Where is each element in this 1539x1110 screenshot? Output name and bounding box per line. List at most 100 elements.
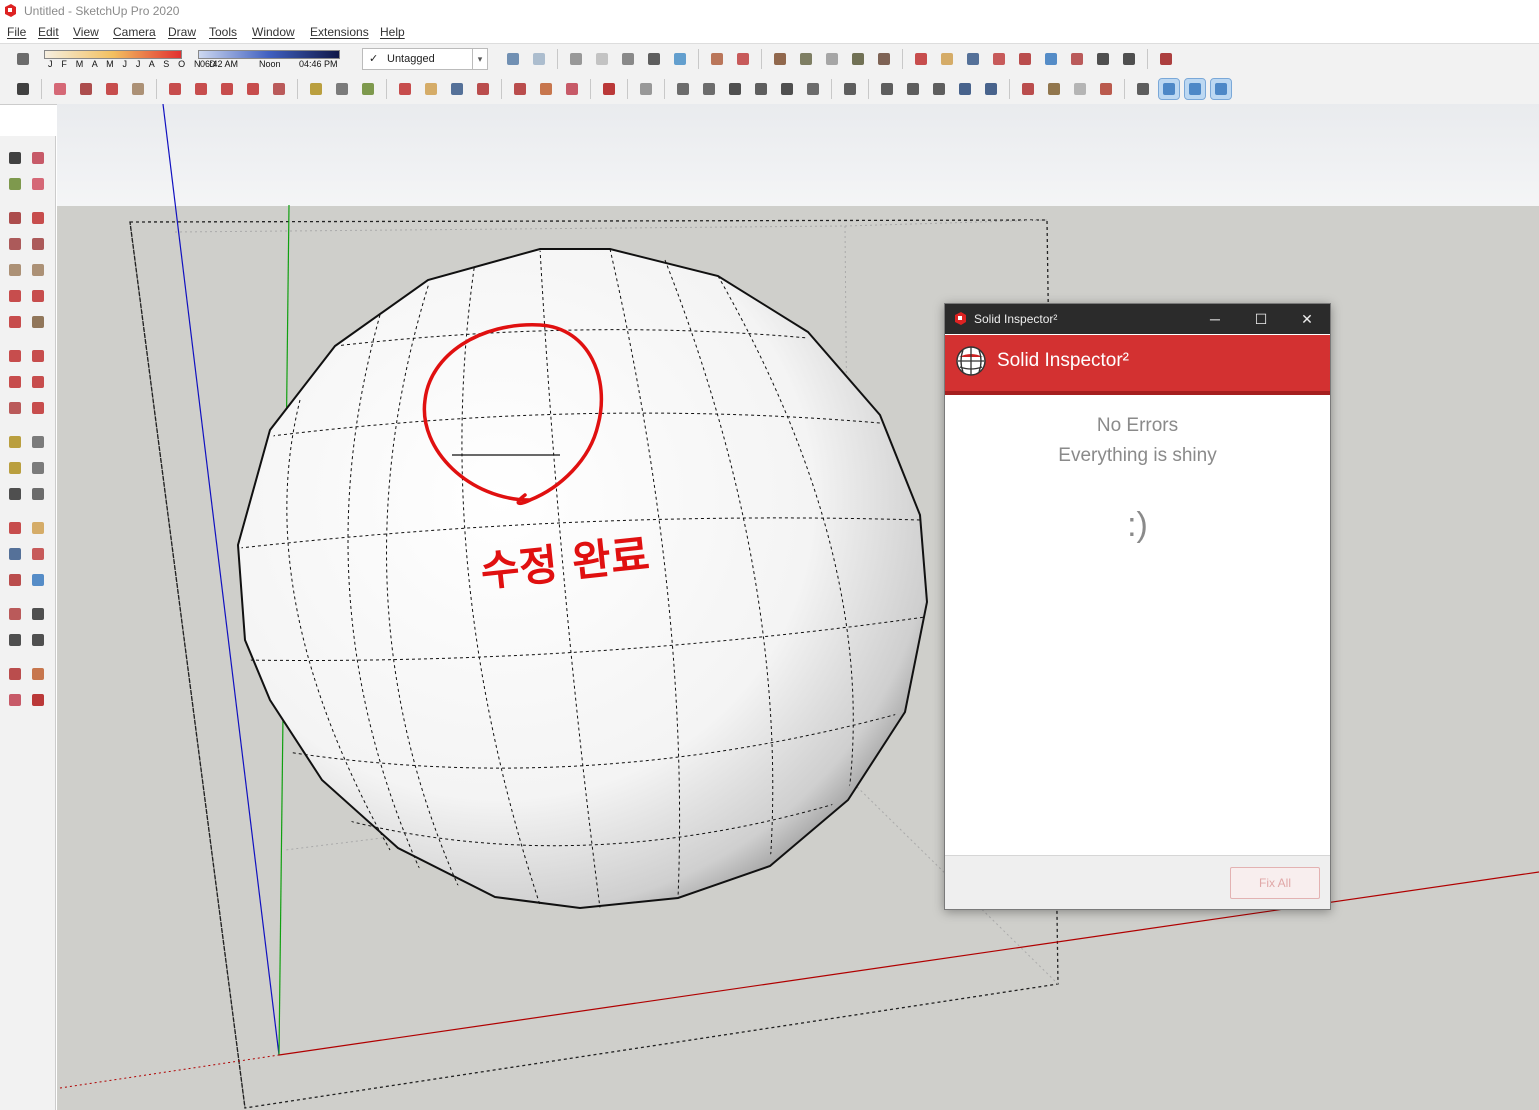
paint-bucket-icon[interactable]: [5, 174, 25, 194]
axes-icon[interactable]: [1133, 79, 1153, 99]
trim-icon[interactable]: [955, 79, 975, 99]
union-icon[interactable]: [903, 79, 923, 99]
shapes-icon[interactable]: [128, 79, 148, 99]
tag-dropdown[interactable]: ✓ Untagged ▾: [362, 48, 488, 70]
sandbox-from-contours-icon[interactable]: [770, 49, 790, 69]
top-view-icon[interactable]: [699, 79, 719, 99]
shaded-icon[interactable]: [618, 49, 638, 69]
scale-icon[interactable]: [5, 398, 25, 418]
perspective-icon[interactable]: [1184, 77, 1206, 100]
push-pull-icon[interactable]: [28, 346, 48, 366]
iso-view-icon[interactable]: [673, 79, 693, 99]
front-view-icon[interactable]: [725, 79, 745, 99]
menu-view[interactable]: View: [73, 25, 99, 39]
freehand-icon[interactable]: [28, 208, 48, 228]
eraser-icon[interactable]: [50, 79, 70, 99]
menu-edit[interactable]: Edit: [38, 25, 59, 39]
rotate-icon[interactable]: [5, 372, 25, 392]
make-component-icon[interactable]: [28, 148, 48, 168]
text-icon[interactable]: [332, 79, 352, 99]
eraser-icon[interactable]: [28, 174, 48, 194]
sandbox-from-scratch-icon[interactable]: [796, 49, 816, 69]
pan-icon[interactable]: [937, 49, 957, 69]
move-icon[interactable]: [5, 346, 25, 366]
extension-warehouse-icon[interactable]: [28, 664, 48, 684]
3d-text-icon[interactable]: [28, 484, 48, 504]
follow-me-icon[interactable]: [28, 372, 48, 392]
pan-icon[interactable]: [28, 518, 48, 538]
wireframe-icon[interactable]: [566, 49, 586, 69]
arc-icon[interactable]: [102, 79, 122, 99]
previous-view-icon[interactable]: [1041, 49, 1061, 69]
zoom-extents-icon[interactable]: [5, 570, 25, 590]
back-view-icon[interactable]: [777, 79, 797, 99]
toggle-terrain-icon[interactable]: [1044, 79, 1064, 99]
protractor-icon[interactable]: [5, 458, 25, 478]
scale-icon[interactable]: [269, 79, 289, 99]
split-icon[interactable]: [981, 79, 1001, 99]
line-icon[interactable]: [5, 208, 25, 228]
pan-icon[interactable]: [421, 79, 441, 99]
shaded-textures-icon[interactable]: [644, 49, 664, 69]
close-button[interactable]: ✕: [1284, 304, 1330, 334]
outer-shell-icon[interactable]: [840, 79, 860, 99]
section-cut-icon[interactable]: [733, 49, 753, 69]
select-icon[interactable]: [13, 79, 33, 99]
zoom-window-icon[interactable]: [989, 49, 1009, 69]
line-icon[interactable]: [76, 79, 96, 99]
intersect-icon[interactable]: [877, 79, 897, 99]
left-view-icon[interactable]: [803, 79, 823, 99]
tape-measure-icon[interactable]: [5, 432, 25, 452]
arc-icon[interactable]: [5, 286, 25, 306]
move-icon[interactable]: [217, 79, 237, 99]
two-point-perspective-icon[interactable]: [1210, 77, 1232, 100]
shadow-time-slider[interactable]: 06:42 AM Noon 04:46 PM: [198, 49, 340, 71]
shadows-toggle-icon[interactable]: [13, 49, 33, 69]
select-icon[interactable]: [5, 148, 25, 168]
dimension-icon[interactable]: [28, 432, 48, 452]
send-to-layout-icon[interactable]: [562, 79, 582, 99]
solid-inspector-icon[interactable]: [1156, 49, 1176, 69]
look-around-icon[interactable]: [1093, 49, 1113, 69]
ruby-icon[interactable]: [599, 79, 619, 99]
polygon-icon[interactable]: [28, 260, 48, 280]
push-pull-icon[interactable]: [165, 79, 185, 99]
back-edges-icon[interactable]: [529, 49, 549, 69]
menu-help[interactable]: Help: [380, 25, 405, 39]
menu-window[interactable]: Window: [252, 25, 295, 39]
warehouse-icon[interactable]: [5, 664, 25, 684]
zoom-extents-icon[interactable]: [1015, 49, 1035, 69]
right-view-icon[interactable]: [751, 79, 771, 99]
xray-icon[interactable]: [503, 49, 523, 69]
rotate-icon[interactable]: [243, 79, 263, 99]
monochrome-icon[interactable]: [670, 49, 690, 69]
extension-warehouse-icon[interactable]: [536, 79, 556, 99]
walk-icon[interactable]: [5, 630, 25, 650]
photo-textures-icon[interactable]: [1070, 79, 1090, 99]
orbit-icon[interactable]: [911, 49, 931, 69]
send-to-layout-icon[interactable]: [5, 690, 25, 710]
smoove-icon[interactable]: [822, 49, 842, 69]
offset-icon[interactable]: [28, 398, 48, 418]
menu-camera[interactable]: Camera: [113, 25, 156, 39]
paint-bucket-icon[interactable]: [358, 79, 378, 99]
shadow-date-slider[interactable]: J F M A M J J A S O N D: [44, 49, 216, 71]
two-point-arc-icon[interactable]: [28, 286, 48, 306]
maximize-button[interactable]: ☐: [1238, 304, 1284, 334]
previous-view-icon[interactable]: [28, 570, 48, 590]
orbit-icon[interactable]: [5, 518, 25, 538]
text-icon[interactable]: [28, 458, 48, 478]
zoom-icon[interactable]: [5, 544, 25, 564]
geo-icon[interactable]: [1096, 79, 1116, 99]
position-camera-icon[interactable]: [1067, 49, 1087, 69]
menu-tools[interactable]: Tools: [209, 25, 237, 39]
subtract-icon[interactable]: [929, 79, 949, 99]
section-plane-icon[interactable]: [28, 630, 48, 650]
walk-icon[interactable]: [1119, 49, 1139, 69]
three-point-arc-icon[interactable]: [5, 312, 25, 332]
warehouse-icon[interactable]: [510, 79, 530, 99]
drape-icon[interactable]: [874, 49, 894, 69]
zoom-icon[interactable]: [963, 49, 983, 69]
follow-me-icon[interactable]: [191, 79, 211, 99]
zoom-icon[interactable]: [447, 79, 467, 99]
